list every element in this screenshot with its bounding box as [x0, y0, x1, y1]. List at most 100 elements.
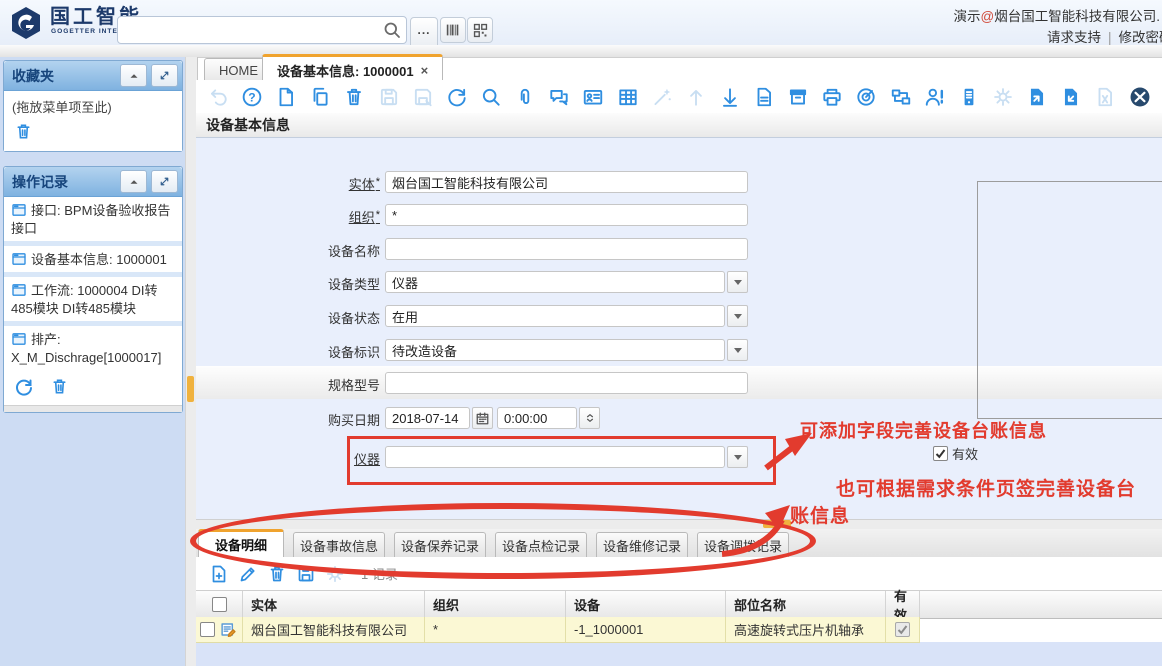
column-header-设备: 设备: [566, 591, 726, 618]
collapse-panel-button[interactable]: [120, 64, 147, 87]
column-header-部位名称: 部位名称: [726, 591, 886, 618]
chevron-down-icon: [734, 314, 742, 319]
field-label: 设备标识: [328, 342, 380, 361]
required-mark: *: [376, 209, 380, 221]
table-row[interactable]: 烟台国工智能科技有限公司*-1_1000001高速旋转式压片机轴承: [196, 617, 920, 643]
help-icon[interactable]: ?: [240, 85, 264, 109]
field-label: 设备类型: [328, 274, 380, 293]
form-row-实体: 实体*: [0, 171, 1162, 193]
top-header: 国工智能 GOGETTER INTELLIGENCE ... 演示@烟台国工智能…: [0, 0, 1162, 46]
field-label[interactable]: 实体*: [349, 174, 380, 193]
annotation-highlight-rect: [347, 436, 776, 485]
barcode-button[interactable]: [440, 17, 466, 43]
comments-icon[interactable]: [547, 85, 571, 109]
field-input-设备类型[interactable]: [385, 271, 725, 293]
id-card-icon[interactable]: [582, 85, 606, 109]
global-search-box: [117, 16, 407, 44]
time-input[interactable]: [497, 407, 577, 429]
tab-label: HOME: [219, 63, 258, 78]
field-input-实体[interactable]: [385, 171, 748, 193]
form-section-title: 设备基本信息: [196, 113, 1162, 138]
row-valid-checkbox: [895, 622, 910, 637]
field-input-设备标识[interactable]: [385, 339, 725, 361]
change-password-link[interactable]: 修改密码: [1119, 30, 1162, 45]
chevron-down-icon: [734, 280, 742, 285]
column-header-实体: 实体: [243, 591, 425, 618]
favorites-title: 收藏夹: [4, 66, 120, 86]
qrcode-icon: [472, 22, 489, 39]
row-checkbox[interactable]: [200, 622, 215, 637]
grid-header-row: 实体组织设备部位名称有效: [196, 590, 1162, 619]
request-support-link[interactable]: 请求支持: [1047, 30, 1101, 45]
data-grid-icon[interactable]: [616, 85, 640, 109]
form-row-购买日期: 购买日期: [0, 407, 1162, 429]
chevron-down-icon: [734, 348, 742, 353]
at-sign: @: [981, 9, 995, 24]
qrcode-button[interactable]: [467, 17, 493, 43]
cell-device: -1_1000001: [566, 617, 726, 642]
favorites-trash-icon[interactable]: [4, 118, 182, 145]
file-export-icon[interactable]: [1060, 85, 1084, 109]
barcode-icon: [444, 21, 462, 39]
field-input-组织[interactable]: [385, 204, 748, 226]
tab-device-info[interactable]: 设备基本信息: 1000001 ×: [262, 54, 443, 83]
app-window: 国工智能 GOGETTER INTELLIGENCE ... 演示@烟台国工智能…: [0, 0, 1162, 666]
annotation-highlight-ellipse: [190, 503, 816, 579]
header-links: 请求支持|修改密码: [1047, 26, 1162, 46]
favorites-panel-header: 收藏夹: [4, 61, 182, 91]
admin-tools-badge-icon[interactable]: [1128, 85, 1152, 109]
file-import-icon[interactable]: [1025, 85, 1049, 109]
cell-org: *: [425, 617, 566, 642]
field-input-规格型号[interactable]: [385, 372, 748, 394]
field-label: 设备状态: [328, 308, 380, 327]
refresh-icon[interactable]: [445, 85, 469, 109]
audit-target-icon[interactable]: [855, 85, 879, 109]
date-input[interactable]: [385, 407, 470, 429]
excel-export-icon: [1094, 85, 1118, 109]
dropdown-button[interactable]: [727, 305, 748, 327]
attachment-icon[interactable]: [513, 85, 537, 109]
favorites-panel-body: (拖放菜单项至此): [4, 91, 182, 151]
row-select-cell: [196, 617, 243, 642]
tab-label: 设备基本信息: 1000001: [277, 61, 414, 80]
copy-icon[interactable]: [308, 85, 332, 109]
form-row-设备名称: 设备名称: [0, 238, 1162, 260]
select-all-checkbox[interactable]: [212, 597, 227, 612]
dropdown-button[interactable]: [727, 339, 748, 361]
close-tab-icon[interactable]: ×: [421, 63, 429, 78]
valid-checkbox-field[interactable]: 有效: [933, 444, 978, 463]
search-icon[interactable]: [382, 20, 402, 40]
person-alert-icon[interactable]: [923, 85, 947, 109]
time-spinner[interactable]: [579, 407, 600, 429]
expand-panel-button[interactable]: [151, 64, 178, 87]
header-filler: [920, 591, 1162, 618]
logged-in-user-info: 演示@烟台国工智能科技有限公司.: [954, 5, 1160, 25]
magic-wand-icon: [650, 85, 674, 109]
valid-checkbox[interactable]: [933, 446, 948, 461]
new-doc-icon[interactable]: [274, 85, 298, 109]
archive-icon[interactable]: [786, 85, 810, 109]
add-record-icon[interactable]: [208, 563, 230, 585]
field-input-设备状态[interactable]: [385, 305, 725, 327]
save-icon: [377, 85, 401, 109]
calendar-button[interactable]: [472, 407, 493, 429]
note-edit-icon[interactable]: [220, 621, 237, 638]
field-label[interactable]: 组织*: [349, 207, 380, 226]
workflow-transfer-icon[interactable]: [889, 85, 913, 109]
print-icon[interactable]: [821, 85, 845, 109]
pdf-export-icon[interactable]: [752, 85, 776, 109]
form-row-设备类型: 设备类型: [0, 271, 1162, 293]
column-header-组织: 组织: [425, 591, 566, 618]
dropdown-button[interactable]: [727, 271, 748, 293]
move-down-icon[interactable]: [718, 85, 742, 109]
field-input-设备名称[interactable]: [385, 238, 748, 260]
field-label: 购买日期: [328, 410, 380, 429]
delete-icon[interactable]: [343, 85, 367, 109]
edit-record-icon[interactable]: [237, 563, 259, 585]
form-row-组织: 组织*: [0, 204, 1162, 226]
search-icon[interactable]: [479, 85, 503, 109]
device-terminal-icon[interactable]: [957, 85, 981, 109]
form-row-设备状态: 设备状态: [0, 305, 1162, 327]
favorites-panel: 收藏夹 (拖放菜单项至此): [3, 60, 183, 152]
global-search-input[interactable]: [124, 19, 380, 41]
